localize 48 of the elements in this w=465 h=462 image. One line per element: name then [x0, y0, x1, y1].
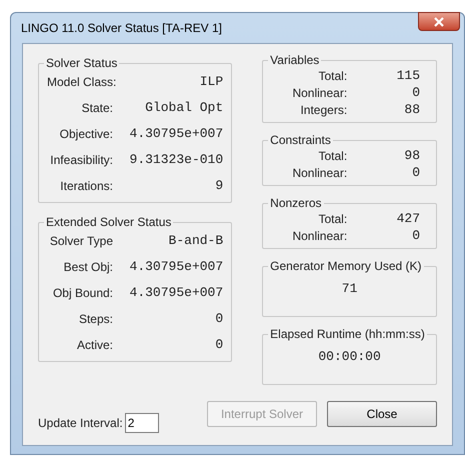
close-icon[interactable] [418, 12, 460, 31]
input-field[interactable]: 2 [124, 413, 159, 433]
field-value: 4.30795e+007 [130, 284, 224, 302]
field-value: 98 [404, 146, 420, 165]
field-label: Nonlinear: [291, 84, 348, 102]
field-label: State: [80, 100, 113, 117]
group-title: Elapsed Runtime (hh:mm:ss) [269, 327, 426, 341]
field-label: Best Obj: [62, 259, 113, 276]
field-value: 427 [396, 210, 420, 228]
field-label: Total: [317, 148, 348, 164]
field-value: 0 [412, 226, 420, 245]
field-value: 0 [215, 310, 224, 328]
group-title: Variables [269, 53, 320, 67]
group-title: Solver Status [45, 56, 118, 70]
field-value: 4.30795e+007 [130, 258, 224, 276]
field-label: Update Interval: [38, 415, 123, 432]
field-value: 115 [396, 66, 420, 85]
field-value: 88 [404, 100, 420, 119]
field-value: 0 [412, 84, 420, 102]
field-label: Objective: [58, 126, 113, 143]
field-label: Active: [76, 337, 113, 354]
field-label: Solver Type [48, 233, 113, 250]
field-value: 4.30795e+007 [130, 125, 224, 144]
group-title: Extended Solver Status [45, 215, 172, 229]
field-value: Global Opt [145, 99, 224, 118]
field-label: Model Class: [47, 74, 113, 91]
field-value: 0 [215, 336, 224, 354]
field-value: 9.31323e-010 [130, 151, 224, 170]
field-label: Total: [317, 210, 348, 228]
field-value: 0 [412, 164, 420, 182]
field-label: Infeasibility: [49, 152, 113, 169]
window-title: LINGO 11.0 Solver Status [TA-REV 1] [21, 20, 222, 37]
field-value: B-and-B [168, 232, 224, 250]
close-button[interactable]: Close [327, 401, 437, 427]
field-value: ILP [200, 73, 224, 92]
runtime-value: 00:00:00 [317, 348, 382, 366]
field-label: Steps: [78, 311, 113, 328]
field-label: Obj Bound: [52, 285, 113, 302]
group-title: Nonzeros [269, 196, 323, 210]
field-label: Total: [317, 68, 348, 84]
field-label: Nonlinear: [291, 164, 348, 182]
field-value: 9 [215, 177, 224, 196]
field-label: Nonlinear: [291, 228, 348, 244]
memory-value: 71 [340, 280, 358, 298]
group-title: Generator Memory Used (K) [269, 259, 423, 273]
field-label: Iterations: [59, 178, 113, 195]
group-title: Constraints [269, 133, 332, 147]
field-label: Integers: [299, 102, 348, 118]
